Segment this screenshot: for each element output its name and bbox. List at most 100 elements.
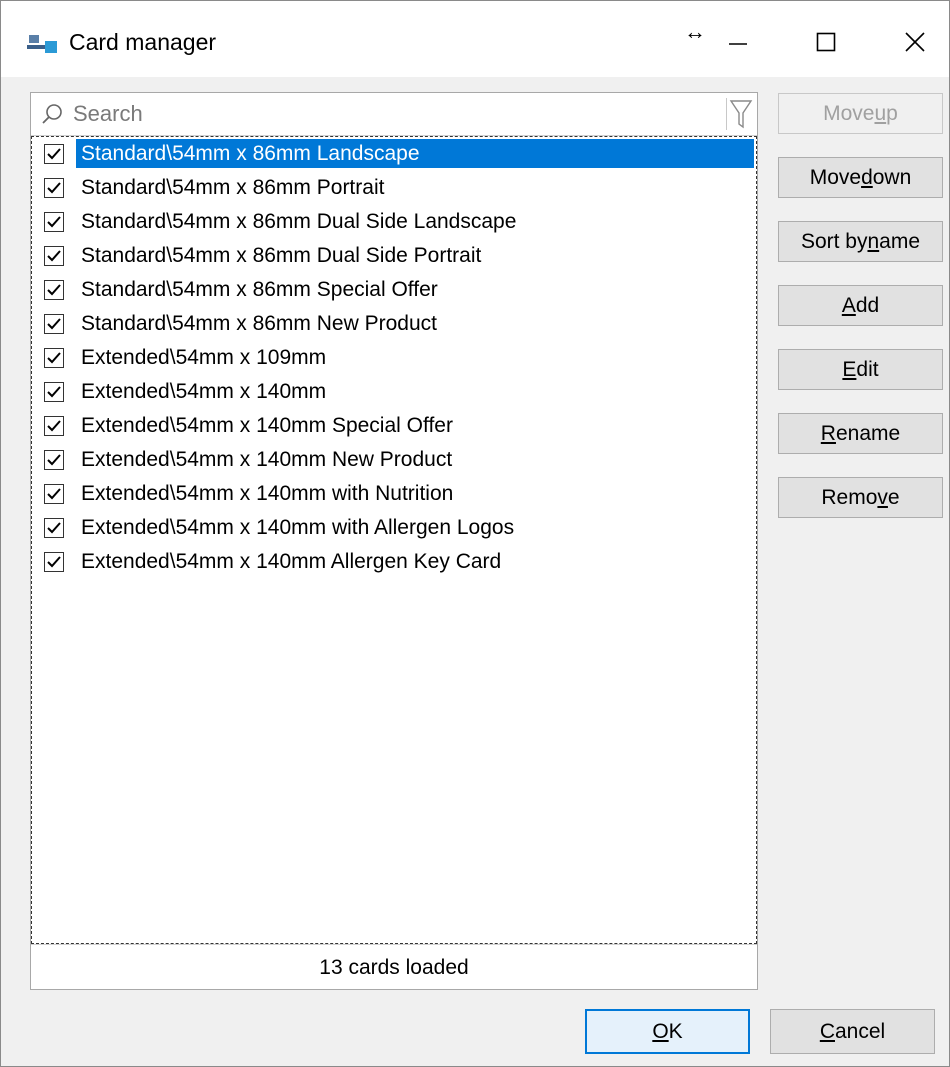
remove-button[interactable]: Remo v e [778,477,943,518]
checkbox[interactable] [44,517,64,538]
search-bar [31,93,757,136]
move-up-button[interactable]: Move up [778,93,943,134]
checkmark-icon [47,317,61,329]
sort-by-name-button[interactable]: Sort by n ame [778,221,943,262]
button-label-text: K [668,1019,683,1043]
list-item-label: Standard\54mm x 86mm Dual Side Portrait [81,244,482,267]
button-mnemonic-key: A [841,293,856,317]
list-item[interactable]: Standard\54mm x 86mm Dual Side Portrait [32,240,752,271]
list-item[interactable]: Extended\54mm x 140mm with Nutrition [32,478,752,509]
cancel-button[interactable]: Cancel [770,1009,935,1054]
list-item-label: Extended\54mm x 109mm [81,346,327,369]
close-button[interactable] [885,17,945,67]
list-item-label: Standard\54mm x 86mm Landscape [76,139,754,168]
list-item-label: Standard\54mm x 86mm Dual Side Landscape [81,210,517,233]
button-label-text: Remo [821,485,878,509]
search-icon [42,104,62,124]
list-item[interactable]: Extended\54mm x 140mm New Product [32,444,752,475]
window-title: Card manager [69,29,217,55]
list-item-label: Extended\54mm x 140mm with Allergen Logo… [81,516,515,539]
search-input[interactable] [73,98,713,130]
button-label-text: e [887,485,900,509]
list-item-label: Standard\54mm x 86mm Special Offer [81,278,438,301]
funnel-icon [729,100,753,129]
checkbox[interactable] [44,449,64,470]
app-icon [27,35,57,53]
title-bar: Card manager ↔ [1,1,949,77]
maximize-button[interactable] [796,17,856,67]
maximize-icon [816,32,836,52]
list-item[interactable]: Extended\54mm x 140mm with Allergen Logo… [32,512,752,543]
rename-button[interactable]: Rename [778,413,943,454]
resize-arrows-icon: ↔ [684,19,706,44]
list-item-label: Extended\54mm x 140mm with Nutrition [81,482,454,505]
list-item-label: Extended\54mm x 140mm [81,380,327,403]
checkmark-icon [47,487,61,499]
close-icon [905,32,925,52]
checkmark-icon [47,283,61,295]
card-list-panel: Standard\54mm x 86mm Landscape Standard\5… [30,92,758,990]
checkmark-icon [47,385,61,397]
checkmark-icon [47,249,61,261]
filter-button[interactable] [726,98,755,130]
list-item[interactable]: Standard\54mm x 86mm Landscape [32,138,754,169]
checkbox[interactable] [44,551,64,572]
checkbox[interactable] [44,143,64,164]
list-item-label: Extended\54mm x 140mm Special Offer [81,414,453,437]
checkbox[interactable] [44,347,64,368]
button-label-text: own [872,165,912,189]
list-item[interactable]: Extended\54mm x 109mm [32,342,752,373]
checkbox[interactable] [44,313,64,334]
edit-button[interactable]: Edit [778,349,943,390]
checkbox[interactable] [44,279,64,300]
button-label-text: Move [809,165,862,189]
checkmark-icon [47,215,61,227]
button-label-text: Move [823,101,875,125]
button-label-text: p [886,101,898,125]
move-down-button[interactable]: Move d own [778,157,943,198]
checkmark-icon [47,453,61,465]
list-item[interactable]: Extended\54mm x 140mm [32,376,752,407]
list-item-label: Extended\54mm x 140mm New Product [81,448,453,471]
checkmark-icon [47,521,61,533]
checkbox[interactable] [44,415,64,436]
checkbox[interactable] [44,211,64,232]
list-item[interactable]: Standard\54mm x 86mm New Product [32,308,752,339]
checkbox[interactable] [44,483,64,504]
button-label-text: ame [879,229,921,253]
status-text: 13 cards loaded [31,944,757,990]
list-item[interactable]: Standard\54mm x 86mm Portrait [32,172,752,203]
checkmark-icon [47,351,61,363]
card-list[interactable]: Standard\54mm x 86mm Landscape Standard\5… [31,136,757,944]
button-mnemonic-key: u [874,101,887,125]
button-mnemonic-key: n [867,229,880,253]
button-label-text: dd [855,293,880,317]
button-mnemonic-key: R [820,421,836,445]
button-mnemonic-key: C [819,1019,835,1043]
list-item[interactable]: Extended\54mm x 140mm Special Offer [32,410,752,441]
checkbox[interactable] [44,177,64,198]
checkbox[interactable] [44,381,64,402]
button-label-text: ename [835,421,901,445]
list-item[interactable]: Standard\54mm x 86mm Special Offer [32,274,752,305]
add-button[interactable]: Add [778,285,943,326]
minimize-icon [729,43,747,45]
button-mnemonic-key: E [842,357,857,381]
list-item[interactable]: Standard\54mm x 86mm Dual Side Landscape [32,206,752,237]
list-item-label: Standard\54mm x 86mm New Product [81,312,437,335]
ok-button[interactable]: OK [585,1009,750,1054]
button-label-text: Sort by [800,229,868,253]
button-mnemonic-key: O [652,1019,669,1043]
checkmark-icon [47,147,61,159]
checkbox[interactable] [44,245,64,266]
checkmark-icon [47,181,61,193]
minimize-button[interactable] [708,17,768,67]
checkmark-icon [47,419,61,431]
list-item-label: Extended\54mm x 140mm Allergen Key Card [81,550,502,573]
button-label-text: ancel [834,1019,886,1043]
button-mnemonic-key: v [877,485,888,509]
checkmark-icon [47,555,61,567]
button-label-text: dit [856,357,879,381]
list-item[interactable]: Extended\54mm x 140mm Allergen Key Card [32,546,752,577]
list-item-label: Standard\54mm x 86mm Portrait [81,176,385,199]
